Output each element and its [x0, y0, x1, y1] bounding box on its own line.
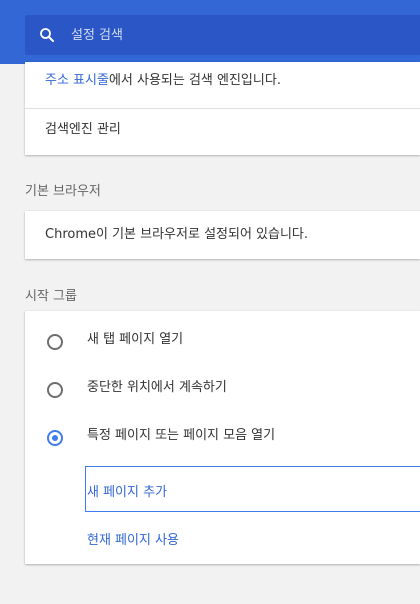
startup-section-title: 시작 그룹 [25, 289, 77, 304]
address-bar-link[interactable]: 주소 표시줄 [45, 73, 109, 88]
radio-label: 특정 페이지 또는 페이지 모음 열기 [87, 428, 276, 443]
default-browser-section-title: 기본 브라우저 [25, 184, 101, 199]
add-page-label: 새 페이지 추가 [87, 485, 168, 500]
settings-header [0, 0, 420, 64]
startup-option-continue[interactable]: 중단한 위치에서 계속하기 [25, 370, 420, 410]
search-engine-description: 주소 표시줄에서 사용되는 검색 엔진입니다. [45, 73, 281, 89]
radio-label: 새 탭 페이지 열기 [87, 332, 184, 347]
radio-label: 중단한 위치에서 계속하기 [87, 380, 227, 395]
search-engine-description-text: 에서 사용되는 검색 엔진입니다. [108, 73, 281, 88]
radio-button[interactable] [47, 382, 63, 398]
use-current-pages-button[interactable]: 현재 페이지 사용 [87, 529, 179, 548]
startup-option-new-tab[interactable]: 새 탭 페이지 열기 [25, 322, 420, 362]
add-page-button[interactable]: 새 페이지 추가 [85, 466, 420, 512]
search-icon[interactable] [38, 26, 56, 44]
default-browser-card: Chrome이 기본 브라우저로 설정되어 있습니다. [25, 211, 420, 259]
startup-card: 새 탭 페이지 열기 중단한 위치에서 계속하기 특정 페이지 또는 페이지 모… [25, 311, 420, 564]
search-box[interactable] [25, 15, 420, 55]
radio-button[interactable] [47, 334, 63, 350]
radio-button-checked[interactable] [47, 430, 63, 446]
manage-search-engines-item[interactable]: 검색엔진 관리 [45, 122, 121, 138]
default-browser-status: Chrome이 기본 브라우저로 설정되어 있습니다. [45, 227, 309, 242]
startup-option-specific-pages[interactable]: 특정 페이지 또는 페이지 모음 열기 [25, 418, 420, 458]
search-input[interactable] [71, 15, 411, 55]
divider [25, 108, 420, 109]
search-engine-card: 주소 표시줄에서 사용되는 검색 엔진입니다. 검색엔진 관리 [25, 62, 420, 155]
